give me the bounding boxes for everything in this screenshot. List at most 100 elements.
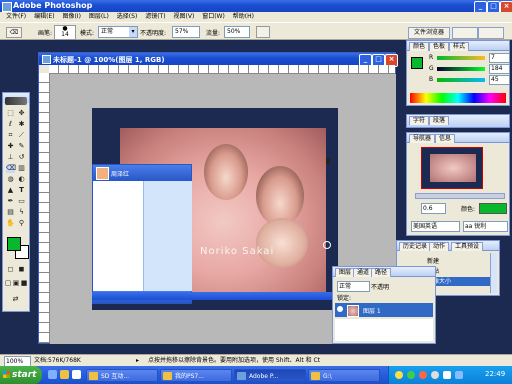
quicklaunch-icon-1[interactable] (48, 370, 57, 379)
color-spectrum-ramp[interactable] (410, 93, 506, 103)
healing-brush-tool-icon[interactable]: ✚ (6, 142, 15, 151)
options-tab-3[interactable] (478, 27, 504, 39)
canvas-image[interactable]: Noriko Sakai 周泽红 (92, 108, 338, 310)
tab-history[interactable]: 历史记录 (399, 242, 432, 251)
tab-character[interactable]: 字符 (409, 116, 430, 125)
eyedropper-tool-icon[interactable]: ϟ (17, 208, 26, 217)
tab-tool-presets[interactable]: 工具预设 (451, 242, 484, 251)
menu-window[interactable]: 窗口(W) (202, 13, 225, 20)
tray-icon-1[interactable] (395, 371, 403, 379)
gradient-tool-icon[interactable]: ▥ (17, 164, 26, 173)
taskbar-item[interactable]: 我的PS7... (160, 369, 232, 382)
navigator-zoom-slider[interactable] (415, 193, 505, 199)
screen-mode-standard-icon[interactable]: ▢ (4, 279, 12, 288)
tray-icon-6[interactable] (455, 371, 463, 379)
menu-select[interactable]: 选择(S) (117, 13, 138, 20)
navigator-thumbnail[interactable] (421, 147, 483, 189)
airbrush-icon[interactable] (256, 26, 270, 38)
channel-r-slider[interactable] (437, 56, 485, 60)
path-selection-tool-icon[interactable]: ▲ (6, 186, 15, 195)
menu-edit[interactable]: 编辑(E) (34, 13, 54, 20)
history-brush-tool-icon[interactable]: ↺ (17, 153, 26, 162)
menu-help[interactable]: 帮助(H) (233, 13, 254, 20)
tab-paragraph[interactable]: 段落 (429, 116, 450, 125)
flow-input[interactable]: 50% (224, 26, 250, 38)
tray-icon-4[interactable] (431, 371, 439, 379)
channel-b-slider[interactable] (437, 78, 485, 82)
type-tool-icon[interactable]: T (17, 186, 26, 195)
start-button[interactable]: start (0, 366, 42, 384)
options-tab-2[interactable] (452, 27, 478, 39)
menu-image[interactable]: 图像(I) (62, 13, 80, 20)
screen-mode-full-icon[interactable]: ■ (20, 279, 28, 288)
mode-select[interactable]: 正常 ▾ (98, 26, 138, 38)
taskbar-item[interactable]: SD 互动... (86, 369, 158, 382)
move-tool-icon[interactable]: ✥ (17, 109, 26, 118)
standard-mode-icon[interactable]: ◻ (6, 265, 15, 274)
dodge-tool-icon[interactable]: ◐ (17, 175, 26, 184)
blend-mode-value: 正常 (339, 283, 352, 290)
tab-actions[interactable]: 动作 (429, 242, 450, 251)
layer-row-selected[interactable]: 图层 1 (335, 303, 433, 317)
quicklaunch-icon-2[interactable] (60, 370, 69, 379)
tab-layers[interactable]: 图层 (335, 268, 356, 277)
brush-label: 画笔: (38, 30, 53, 37)
taskbar-item-active[interactable]: Adobe P... (234, 369, 306, 382)
tab-info[interactable]: 信息 (435, 134, 456, 143)
blur-tool-icon[interactable]: ◍ (6, 175, 15, 184)
anti-alias-select[interactable]: aa 锐利 (463, 221, 508, 232)
foreground-color-swatch[interactable] (7, 237, 21, 251)
pen-tool-icon[interactable]: ✒ (6, 197, 15, 206)
marquee-tool-icon[interactable]: ⬚ (6, 109, 15, 118)
tab-paths[interactable]: 路径 (371, 268, 392, 277)
magic-wand-tool-icon[interactable]: ✱ (17, 120, 26, 129)
history-item[interactable]: 新建 (399, 257, 497, 266)
tray-icon-3[interactable] (419, 371, 427, 379)
language-select[interactable]: 美国英语 (411, 221, 460, 232)
tray-icon-2[interactable] (407, 371, 415, 379)
tab-swatches[interactable]: 色板 (429, 42, 450, 51)
hand-tool-icon[interactable]: ✋ (6, 219, 15, 228)
tab-styles[interactable]: 样式 (449, 42, 470, 51)
tab-navigator[interactable]: 导航器 (409, 134, 436, 143)
clone-stamp-tool-icon[interactable]: ⊥ (6, 153, 15, 162)
shape-tool-icon[interactable]: ▭ (17, 197, 26, 206)
clock[interactable]: 22:49 (485, 370, 505, 378)
channel-r-value[interactable]: 7 (489, 53, 510, 63)
canvas-cursor-marker (326, 158, 330, 164)
brush-preset-picker[interactable]: ● 14 (54, 25, 76, 40)
tab-color[interactable]: 颜色 (409, 42, 430, 51)
screen-mode-full-menu-icon[interactable]: ▣ (12, 279, 20, 288)
crop-tool-icon[interactable]: ⌗ (6, 131, 15, 140)
taskbar-item[interactable]: G:\ (308, 369, 380, 382)
navigator-panel: 导航器 信息 0.6 颜色: 美国英语 aa 锐利 (406, 132, 510, 236)
menu-filter[interactable]: 滤镜(T) (145, 13, 165, 20)
slice-tool-icon[interactable]: ⟋ (17, 131, 26, 140)
menu-file[interactable]: 文件(F) (6, 13, 26, 20)
eraser-tool-icon[interactable]: ⌫ (6, 27, 22, 38)
notes-tool-icon[interactable]: ▤ (6, 208, 15, 217)
quicklaunch-icon-3[interactable] (72, 370, 81, 379)
history-scrollbar[interactable] (490, 253, 497, 293)
channel-b-value[interactable]: 45 (489, 75, 510, 85)
tab-channels[interactable]: 通道 (353, 268, 374, 277)
tray-icon-5[interactable] (443, 371, 451, 379)
menu-layer[interactable]: 图层(L) (89, 13, 109, 20)
color-fg-swatch[interactable] (411, 57, 423, 69)
nav-color-swatch[interactable] (479, 203, 507, 214)
brush-tool-icon[interactable]: ✎ (17, 142, 26, 151)
file-browser-tab[interactable]: 文件浏览器 (408, 27, 450, 39)
lasso-tool-icon[interactable]: ℓ (6, 120, 15, 129)
eraser-tool-icon[interactable]: ⌫ (6, 164, 16, 173)
channel-g-value[interactable]: 184 (489, 64, 510, 74)
zoom-tool-icon[interactable]: ⚲ (17, 219, 26, 228)
color-panel: 颜色 色板 样式 R 7 G 184 B 45 (406, 40, 510, 106)
opacity-input[interactable]: 57% (172, 26, 200, 38)
blend-mode-select[interactable]: 正常 (337, 281, 370, 292)
jump-to-imageready-icon[interactable]: ⇄ (11, 295, 20, 304)
channel-g-slider[interactable] (437, 67, 485, 71)
nav-field-1[interactable]: 0.6 (421, 203, 446, 214)
eye-icon[interactable] (337, 306, 343, 312)
menu-view[interactable]: 视图(V) (174, 13, 195, 20)
quick-mask-mode-icon[interactable]: ◼ (17, 265, 26, 274)
